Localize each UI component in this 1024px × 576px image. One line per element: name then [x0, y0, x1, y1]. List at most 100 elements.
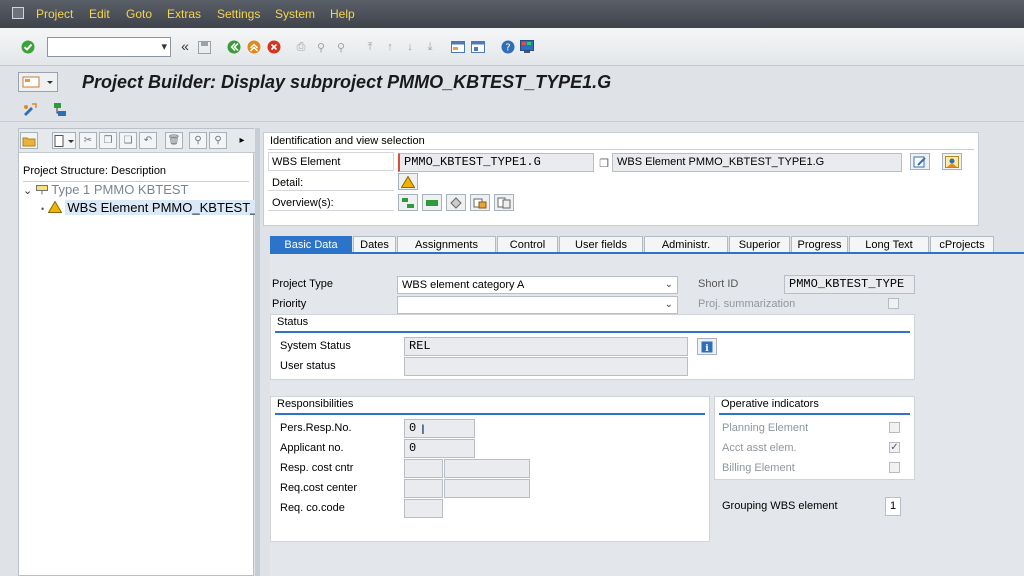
- chevron-down-icon[interactable]: ⌄: [665, 299, 673, 310]
- system-menu-icon[interactable]: [12, 7, 24, 19]
- edit-pencil-icon[interactable]: [910, 153, 930, 170]
- delete-icon[interactable]: 🗑: [165, 132, 183, 149]
- find-next-tree-icon[interactable]: ⚲: [209, 132, 227, 149]
- status-info-icon[interactable]: i: [697, 338, 717, 355]
- warning-triangle-icon: [47, 200, 63, 213]
- priority-label: Priority: [272, 298, 307, 310]
- menu-help[interactable]: Help: [330, 7, 355, 21]
- tree-node-wbs[interactable]: • WBS Element PMMO_KBTEST_: [41, 200, 260, 215]
- applicant-label: Applicant no.: [280, 442, 344, 454]
- req-cocode-field[interactable]: [404, 499, 443, 518]
- detail-divider: [268, 190, 394, 191]
- enter-checkmark-icon[interactable]: [20, 39, 36, 55]
- req-cost-center-field[interactable]: [444, 479, 530, 498]
- find-tree-icon[interactable]: ⚲: [189, 132, 207, 149]
- project-type-dropdown[interactable]: WBS element category A ⌄: [397, 276, 678, 294]
- open-folder-icon[interactable]: [20, 132, 38, 149]
- overview-wbs-icon[interactable]: [422, 194, 442, 211]
- billing-element-checkbox[interactable]: [889, 462, 900, 473]
- print-icon[interactable]: ⎙: [293, 39, 309, 55]
- overview-document-icon[interactable]: [494, 194, 514, 211]
- menu-extras[interactable]: Extras: [167, 7, 201, 21]
- responsibilities-group-line: [275, 413, 705, 415]
- cancel-icon[interactable]: [266, 39, 282, 55]
- previous-page-icon[interactable]: ↑: [382, 39, 398, 55]
- applicant-field[interactable]: 0: [404, 439, 475, 458]
- standard-toolbar: ▾ « ⎙ ⚲ ⚲ ⤒ ↑ ↓ ⤓ ?: [0, 28, 1024, 66]
- find-next-icon[interactable]: ⚲: [333, 39, 349, 55]
- tree-node-label: Type 1 PMMO KBTEST: [51, 182, 189, 197]
- command-field[interactable]: ▾: [47, 37, 171, 57]
- system-status-label: System Status: [280, 340, 351, 352]
- tree-header: Project Structure: Description: [23, 165, 167, 177]
- next-page-icon[interactable]: ↓: [402, 39, 418, 55]
- overview-activity-icon[interactable]: [470, 194, 490, 211]
- chevron-down-icon[interactable]: ⌄: [665, 279, 673, 290]
- help-icon[interactable]: ?: [500, 39, 516, 55]
- exit-icon[interactable]: [246, 39, 262, 55]
- shortcut-icon[interactable]: [470, 39, 486, 55]
- proj-summarization-label: Proj. summarization: [698, 298, 796, 310]
- basic-data-panel: Project Type WBS element category A ⌄ Sh…: [270, 254, 1024, 576]
- title-bar: Project Builder: Display subproject PMMO…: [0, 66, 1024, 98]
- operative-title: Operative indicators: [721, 398, 819, 410]
- display-change-icon[interactable]: [22, 102, 38, 118]
- detail-label: Detail:: [272, 177, 304, 189]
- customize-layout-icon[interactable]: [519, 39, 535, 55]
- proj-summarization-checkbox[interactable]: [888, 298, 899, 309]
- save-icon[interactable]: [196, 39, 212, 55]
- menu-edit[interactable]: Edit: [89, 7, 110, 21]
- structure-icon[interactable]: [52, 102, 68, 118]
- photo-icon[interactable]: [942, 153, 962, 170]
- overview-divider: [268, 210, 394, 211]
- resp-cost-center-field[interactable]: [444, 459, 530, 478]
- responsibilities-title: Responsibilities: [277, 398, 354, 410]
- status-group: Status System Status REL i User status: [270, 314, 915, 380]
- wbs-description-field: WBS Element PMMO_KBTEST_TYPE1.G: [612, 153, 902, 172]
- first-page-icon[interactable]: ⤒: [362, 39, 378, 55]
- short-id-label: Short ID: [698, 278, 739, 290]
- wbs-element-field[interactable]: PMMO_KBTEST_TYPE1.G: [398, 153, 594, 172]
- new-session-icon[interactable]: [450, 39, 466, 55]
- req-cost-center-cocode-field[interactable]: [404, 479, 443, 498]
- menu-system[interactable]: System: [275, 7, 315, 21]
- operative-group-line: [719, 413, 910, 415]
- copy-value-icon[interactable]: ❐: [596, 155, 612, 171]
- menu-goto[interactable]: Goto: [126, 7, 152, 21]
- cut-icon[interactable]: ✂: [79, 132, 97, 149]
- overview-structure-icon[interactable]: [398, 194, 418, 211]
- expand-chevron-icon[interactable]: ⌄: [23, 185, 32, 197]
- operative-indicators-group: Operative indicators Planning Element Ac…: [714, 396, 915, 480]
- tree-node-project[interactable]: ⌄ Type 1 PMMO KBTEST: [23, 182, 189, 197]
- command-dropdown-icon[interactable]: ▾: [161, 40, 167, 53]
- find-icon[interactable]: ⚲: [313, 39, 329, 55]
- overview-milestone-icon[interactable]: [446, 194, 466, 211]
- detail-wbs-icon[interactable]: [398, 173, 418, 190]
- menu-settings[interactable]: Settings: [217, 7, 260, 21]
- text-cursor-icon: I: [421, 421, 425, 437]
- collapse-chevron-icon[interactable]: «: [177, 38, 193, 54]
- menu-project[interactable]: Project: [36, 7, 73, 21]
- resp-cost-center-cocode-field[interactable]: [404, 459, 443, 478]
- tree-node-label: WBS Element PMMO_KBTEST_: [65, 200, 260, 215]
- tree-toolbar: ✂ ❐ ❏ ↶ 🗑 ⚲ ⚲ ▸: [19, 129, 255, 153]
- undo-icon[interactable]: ↶: [139, 132, 157, 149]
- user-status-label: User status: [280, 360, 336, 372]
- paste-icon[interactable]: ❏: [119, 132, 137, 149]
- menu-toggle-button[interactable]: [18, 72, 58, 92]
- planning-element-checkbox[interactable]: [889, 422, 900, 433]
- copy-icon[interactable]: ❐: [99, 132, 117, 149]
- create-icon[interactable]: [52, 132, 76, 149]
- status-group-line: [275, 331, 910, 333]
- user-status-field: [404, 357, 688, 376]
- wbs-element-label: WBS Element: [272, 156, 341, 168]
- acct-asst-checkbox[interactable]: ✓: [889, 442, 900, 453]
- last-page-icon[interactable]: ⤓: [422, 39, 438, 55]
- more-arrow-icon[interactable]: ▸: [235, 132, 249, 149]
- grouping-wbs-field: 1: [885, 497, 901, 516]
- back-icon[interactable]: [226, 39, 242, 55]
- priority-dropdown[interactable]: ⌄: [397, 296, 678, 314]
- identification-title: Identification and view selection: [270, 135, 425, 147]
- req-cocode-label: Req. co.code: [280, 502, 345, 514]
- project-type-label: Project Type: [272, 278, 333, 290]
